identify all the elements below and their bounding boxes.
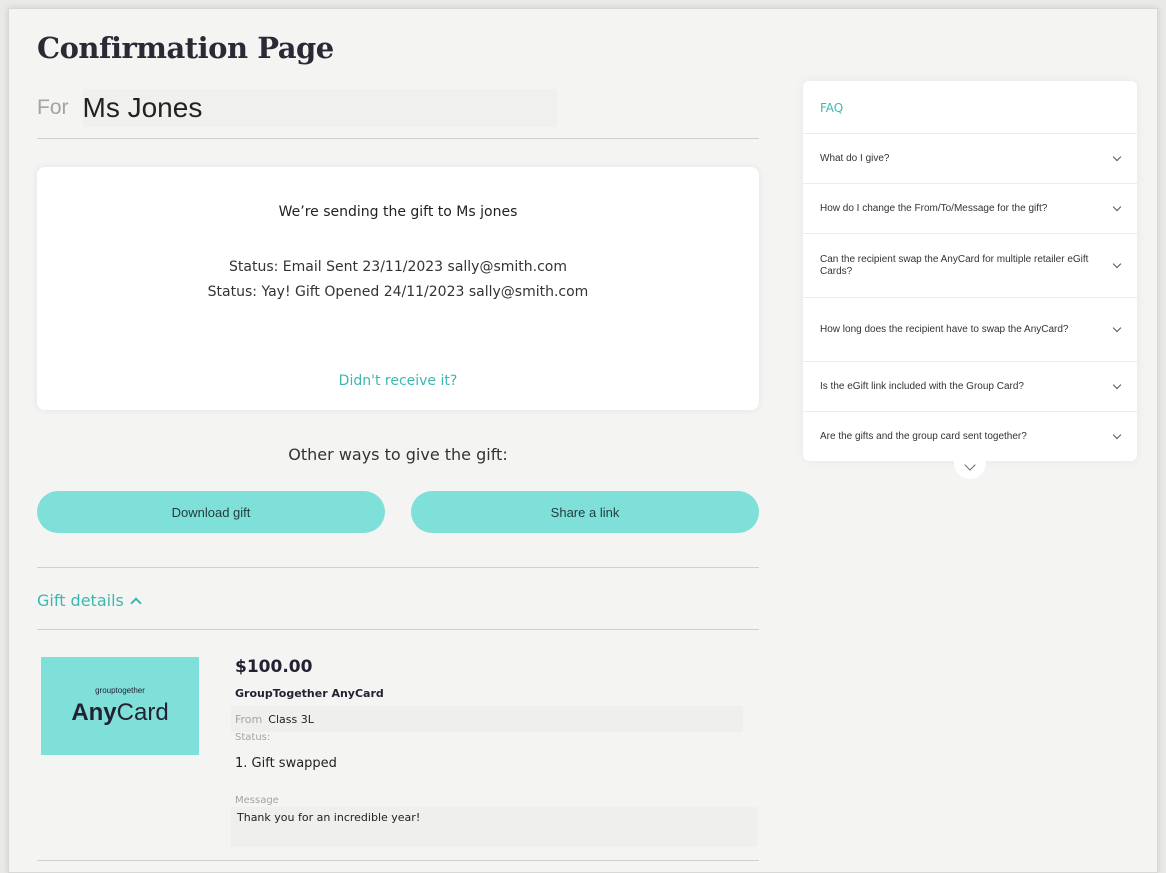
from-field: From Class 3L bbox=[231, 706, 743, 732]
faq-show-more-button[interactable] bbox=[954, 453, 986, 479]
chevron-up-icon bbox=[130, 596, 142, 609]
anycard-logo-rest: Card bbox=[116, 699, 169, 726]
gift-price: $100.00 bbox=[235, 657, 313, 677]
faq-item[interactable]: How long does the recipient have to swap… bbox=[803, 297, 1137, 361]
faq-question: Are the gifts and the group card sent to… bbox=[820, 430, 1027, 442]
share-link-button[interactable]: Share a link bbox=[411, 491, 759, 533]
gift-status-label: Status: bbox=[235, 732, 271, 743]
status-card: We’re sending the gift to Ms jones Statu… bbox=[37, 167, 759, 410]
chevron-down-icon bbox=[1112, 430, 1122, 440]
faq-panel: FAQ What do I give? How do I change the … bbox=[803, 81, 1137, 461]
divider bbox=[37, 567, 759, 568]
faq-question: How do I change the From/To/Message for … bbox=[820, 202, 1048, 214]
anycard-brand-small: grouptogether bbox=[95, 686, 145, 695]
divider bbox=[37, 138, 759, 139]
from-label: From bbox=[235, 712, 263, 726]
message-label: Message bbox=[235, 795, 279, 806]
anycard-logo: AnyCard bbox=[41, 699, 199, 727]
faq-item[interactable]: How do I change the From/To/Message for … bbox=[803, 183, 1137, 233]
gift-status-item: 1. Gift swapped bbox=[235, 755, 337, 771]
gift-details-toggle[interactable]: Gift details bbox=[37, 591, 142, 610]
faq-question: How long does the recipient have to swap… bbox=[820, 323, 1069, 335]
faq-question: What do I give? bbox=[820, 152, 890, 164]
anycard-image: grouptogether AnyCard bbox=[41, 657, 199, 755]
status-headline: We’re sending the gift to Ms jones bbox=[278, 204, 518, 220]
didnt-receive-link[interactable]: Didn't receive it? bbox=[37, 373, 759, 389]
faq-item[interactable]: Is the eGift link included with the Grou… bbox=[803, 361, 1137, 411]
for-label: For bbox=[37, 96, 69, 119]
status-line-email-sent: Status: Email Sent 23/11/2023 sally@smit… bbox=[229, 259, 567, 275]
page-frame: Confirmation Page For Ms Jones We’re sen… bbox=[8, 8, 1158, 873]
chevron-down-icon bbox=[1112, 202, 1122, 212]
page-title: Confirmation Page bbox=[37, 31, 334, 65]
chevron-down-icon bbox=[1112, 323, 1122, 333]
divider bbox=[37, 860, 759, 861]
recipient-row: For Ms Jones bbox=[37, 89, 557, 127]
recipient-name: Ms Jones bbox=[82, 89, 557, 127]
chevron-down-icon bbox=[964, 458, 976, 471]
faq-title: FAQ bbox=[820, 101, 844, 115]
faq-question: Is the eGift link included with the Grou… bbox=[820, 380, 1024, 392]
chevron-down-icon bbox=[1112, 152, 1122, 162]
other-ways-heading: Other ways to give the gift: bbox=[288, 445, 508, 464]
faq-item[interactable]: Can the recipient swap the AnyCard for m… bbox=[803, 233, 1137, 297]
gift-product-name: GroupTogether AnyCard bbox=[235, 687, 384, 700]
download-gift-button[interactable]: Download gift bbox=[37, 491, 385, 533]
status-line-gift-opened: Status: Yay! Gift Opened 24/11/2023 sall… bbox=[207, 284, 589, 300]
divider bbox=[37, 629, 759, 630]
chevron-down-icon bbox=[1112, 380, 1122, 390]
anycard-logo-bold: Any bbox=[71, 699, 117, 726]
chevron-down-icon bbox=[1112, 259, 1122, 269]
faq-item[interactable]: What do I give? bbox=[803, 133, 1137, 183]
gift-details-label: Gift details bbox=[37, 591, 124, 610]
message-value: Thank you for an incredible year! bbox=[231, 807, 757, 847]
from-value: Class 3L bbox=[268, 712, 314, 726]
faq-question: Can the recipient swap the AnyCard for m… bbox=[820, 253, 1089, 277]
